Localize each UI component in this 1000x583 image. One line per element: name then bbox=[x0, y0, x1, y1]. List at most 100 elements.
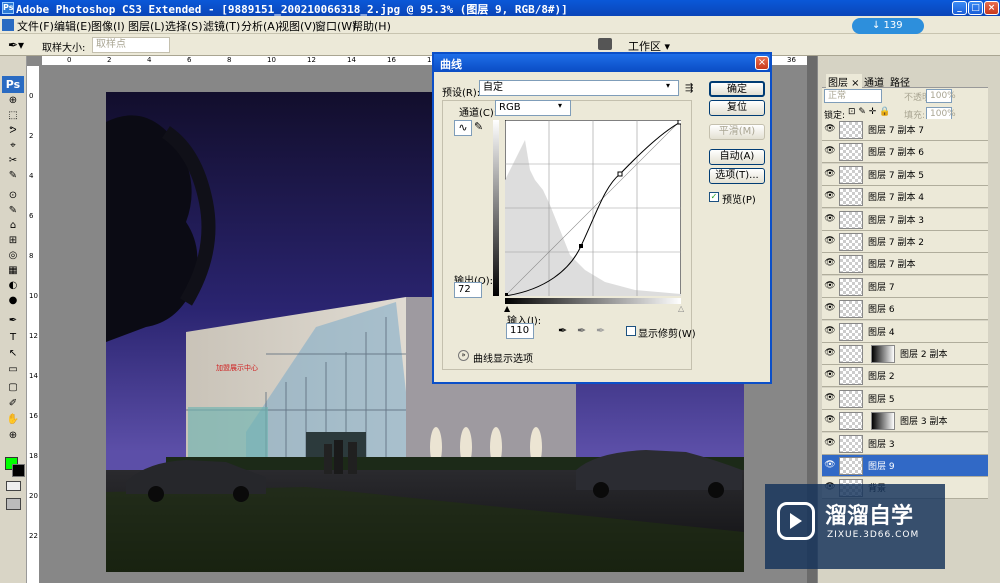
eye-icon[interactable]: 👁 bbox=[824, 257, 836, 269]
white-point-slider[interactable]: △ bbox=[678, 304, 684, 313]
preset-select[interactable]: 自定 bbox=[479, 80, 679, 96]
menu-analysis[interactable]: 分析(A) bbox=[241, 18, 279, 34]
layer-row[interactable]: 👁 图层 7 bbox=[822, 275, 988, 298]
tool-icon-6[interactable]: ⊙ bbox=[5, 190, 21, 201]
background-color-swatch[interactable] bbox=[12, 464, 25, 477]
menu-select[interactable]: 选择(S) bbox=[165, 18, 203, 34]
quick-mask-icon[interactable] bbox=[6, 481, 21, 491]
layer-row[interactable]: 👁 图层 9 bbox=[822, 455, 988, 477]
tool-icon-11[interactable]: ▦ bbox=[5, 265, 21, 276]
layer-row[interactable]: 👁 图层 5 bbox=[822, 387, 988, 410]
ok-button[interactable]: 确定 bbox=[709, 81, 765, 97]
layer-row[interactable]: 👁 图层 7 副本 7 bbox=[822, 119, 988, 141]
input-field[interactable]: 110 bbox=[506, 323, 534, 339]
layer-row[interactable]: 👁 图层 6 bbox=[822, 298, 988, 321]
eye-icon[interactable]: 👁 bbox=[824, 145, 836, 157]
workspace-icon[interactable] bbox=[598, 38, 612, 50]
layer-row[interactable]: 👁 图层 3 bbox=[822, 432, 988, 455]
tool-icon-16[interactable]: ↖ bbox=[5, 348, 21, 359]
options-button[interactable]: 选项(T)... bbox=[709, 168, 765, 184]
tool-icon-17[interactable]: ▭ bbox=[5, 364, 21, 375]
layer-row[interactable]: 👁 图层 7 副本 2 bbox=[822, 231, 988, 253]
tool-icon-13[interactable]: ● bbox=[5, 295, 21, 306]
tool-icon-8[interactable]: ⌂ bbox=[5, 220, 21, 231]
layer-row[interactable]: 👁 图层 7 副本 6 bbox=[822, 141, 988, 164]
menu-view[interactable]: 视图(V) bbox=[278, 18, 316, 34]
tool-icon-12[interactable]: ◐ bbox=[5, 280, 21, 291]
layer-row[interactable]: 👁 图层 7 副本 5 bbox=[822, 163, 988, 186]
tool-icon-14[interactable]: ✒ bbox=[5, 315, 21, 326]
document-icon[interactable] bbox=[2, 19, 14, 31]
tab-channels[interactable]: 通道 bbox=[864, 74, 884, 89]
tool-icon-1[interactable]: ⬚ bbox=[5, 110, 21, 121]
eye-icon[interactable]: 👁 bbox=[824, 414, 836, 426]
eye-icon[interactable]: 👁 bbox=[824, 213, 836, 225]
eye-icon[interactable]: 👁 bbox=[824, 280, 836, 292]
menu-filter[interactable]: 滤镜(T) bbox=[203, 18, 240, 34]
layer-row[interactable]: 👁 图层 2 副本 bbox=[822, 343, 988, 365]
sample-size-select[interactable]: 取样点 bbox=[92, 37, 170, 53]
expand-options-icon[interactable]: » bbox=[458, 350, 469, 361]
tool-icon-3[interactable]: ⌖ bbox=[5, 140, 21, 151]
tool-icon-5[interactable]: ✎ bbox=[5, 170, 21, 181]
blend-mode-select[interactable]: 正常 bbox=[824, 89, 882, 103]
eye-icon[interactable]: 👁 bbox=[824, 437, 836, 449]
tool-icon-0[interactable]: ⊕ bbox=[5, 95, 21, 106]
tool-icon-2[interactable]: ᕗ bbox=[5, 125, 21, 136]
tab-layers[interactable]: 图层 × bbox=[826, 74, 862, 89]
reset-button[interactable]: 复位 bbox=[709, 100, 765, 116]
tool-icon-20[interactable]: ✋ bbox=[5, 414, 21, 425]
menu-image[interactable]: 图像(I) bbox=[91, 18, 125, 34]
pencil-icon[interactable]: ✎ bbox=[474, 120, 483, 133]
layer-row[interactable]: 👁 图层 4 bbox=[822, 320, 988, 343]
eye-icon[interactable]: 👁 bbox=[824, 168, 836, 180]
eye-icon[interactable]: 👁 bbox=[824, 302, 836, 314]
restore-button[interactable]: □ bbox=[968, 1, 983, 15]
menu-help[interactable]: 帮助(H) bbox=[352, 18, 391, 34]
layer-mask-thumbnail[interactable] bbox=[871, 412, 895, 431]
show-clipping-checkbox[interactable] bbox=[626, 326, 636, 336]
tool-icon-15[interactable]: T bbox=[5, 332, 21, 343]
layer-row[interactable]: 👁 图层 2 bbox=[822, 365, 988, 388]
menu-file[interactable]: 文件(F) bbox=[17, 18, 54, 34]
opacity-field[interactable]: 100% bbox=[926, 89, 956, 103]
layer-mask-thumbnail[interactable] bbox=[871, 345, 895, 363]
tool-icon-19[interactable]: ✐ bbox=[5, 398, 21, 409]
white-eyedropper-icon[interactable]: ✒ bbox=[596, 324, 605, 337]
curve-edit-icon[interactable]: ∿ bbox=[454, 120, 472, 136]
gray-eyedropper-icon[interactable]: ✒ bbox=[577, 324, 586, 337]
eye-icon[interactable]: 👁 bbox=[824, 325, 836, 337]
tab-paths[interactable]: 路径 bbox=[890, 74, 910, 89]
eye-icon[interactable]: 👁 bbox=[824, 347, 836, 359]
layer-row[interactable]: 👁 图层 7 副本 3 bbox=[822, 208, 988, 231]
minimize-button[interactable]: _ bbox=[952, 1, 967, 15]
menu-edit[interactable]: 编辑(E) bbox=[54, 18, 92, 34]
eye-icon[interactable]: 👁 bbox=[824, 123, 836, 135]
layer-row[interactable]: 👁 图层 7 副本 4 bbox=[822, 186, 988, 209]
smooth-button[interactable]: 平滑(M) bbox=[709, 124, 765, 140]
curve-graph[interactable] bbox=[505, 120, 681, 296]
auto-button[interactable]: 自动(A) bbox=[709, 149, 765, 165]
eye-icon[interactable]: 👁 bbox=[824, 369, 836, 381]
layer-row[interactable]: 👁 图层 3 副本 bbox=[822, 410, 988, 433]
tool-icon-10[interactable]: ◎ bbox=[5, 250, 21, 261]
preset-options-icon[interactable]: ⇶ bbox=[685, 83, 693, 94]
tool-icon-18[interactable]: ▢ bbox=[5, 382, 21, 393]
eye-icon[interactable]: 👁 bbox=[824, 235, 836, 247]
black-eyedropper-icon[interactable]: ✒ bbox=[558, 324, 567, 337]
tool-icon-9[interactable]: ⊞ bbox=[5, 235, 21, 246]
tool-icon-4[interactable]: ✂ bbox=[5, 155, 21, 166]
output-field[interactable]: 72 bbox=[454, 282, 482, 298]
menu-window[interactable]: 窗口(W) bbox=[315, 18, 356, 34]
tool-icon-7[interactable]: ✎ bbox=[5, 205, 21, 216]
eye-icon[interactable]: 👁 bbox=[824, 392, 836, 404]
menu-layer[interactable]: 图层(L) bbox=[128, 18, 165, 34]
eye-icon[interactable]: 👁 bbox=[824, 459, 836, 471]
dialog-close-button[interactable]: × bbox=[755, 56, 769, 70]
eyedropper-icon[interactable]: ✒▾ bbox=[8, 38, 24, 52]
screen-mode-icon[interactable] bbox=[6, 498, 21, 510]
tool-icon-21[interactable]: ⊕ bbox=[5, 430, 21, 441]
close-button[interactable]: × bbox=[984, 1, 999, 15]
lock-icons[interactable]: ⊡ ✎ ✛ 🔒 bbox=[848, 107, 890, 117]
eye-icon[interactable]: 👁 bbox=[824, 190, 836, 202]
